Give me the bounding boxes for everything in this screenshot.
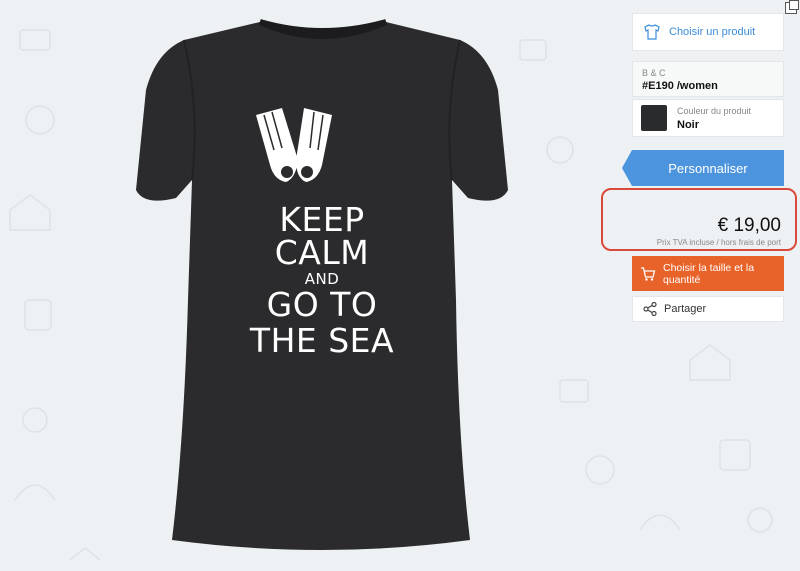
price-highlight: € 19,00 Prix TVA incluse / hors frais de…	[601, 188, 797, 251]
expand-icon[interactable]	[785, 0, 799, 14]
price-note: Prix TVA incluse / hors frais de port	[656, 238, 781, 247]
color-swatch	[641, 105, 667, 131]
product-brand: B & C	[642, 68, 666, 78]
cart-icon	[641, 266, 656, 281]
share-icon	[643, 302, 657, 316]
personalize-button[interactable]: Personnaliser	[622, 150, 784, 186]
share-label: Partager	[664, 303, 707, 315]
choose-product-label: Choisir un produit	[669, 26, 756, 38]
share-button[interactable]: Partager	[632, 296, 784, 322]
color-label: Couleur du produit	[677, 105, 752, 116]
price-value: € 19,00	[717, 215, 781, 236]
product-info: B & C #E190 /women	[632, 61, 784, 97]
choose-size-label: Choisir la taille et la quantité	[663, 261, 755, 286]
product-color-selector[interactable]: Couleur du produit Noir	[632, 99, 784, 137]
product-preview: KEEP CALM AND GO TO THE SEA	[60, 0, 580, 571]
choose-size-quantity-button[interactable]: Choisir la taille et la quantité	[632, 256, 784, 291]
print-line-the-sea: THE SEA	[249, 321, 395, 360]
choose-product-button[interactable]: Choisir un produit	[632, 13, 784, 51]
print-line-go-to: GO TO	[266, 285, 378, 324]
tshirt-icon	[644, 24, 660, 40]
product-model: #E190 /women	[642, 80, 718, 92]
print-line-calm: CALM	[274, 233, 370, 272]
color-value: Noir	[677, 118, 699, 131]
